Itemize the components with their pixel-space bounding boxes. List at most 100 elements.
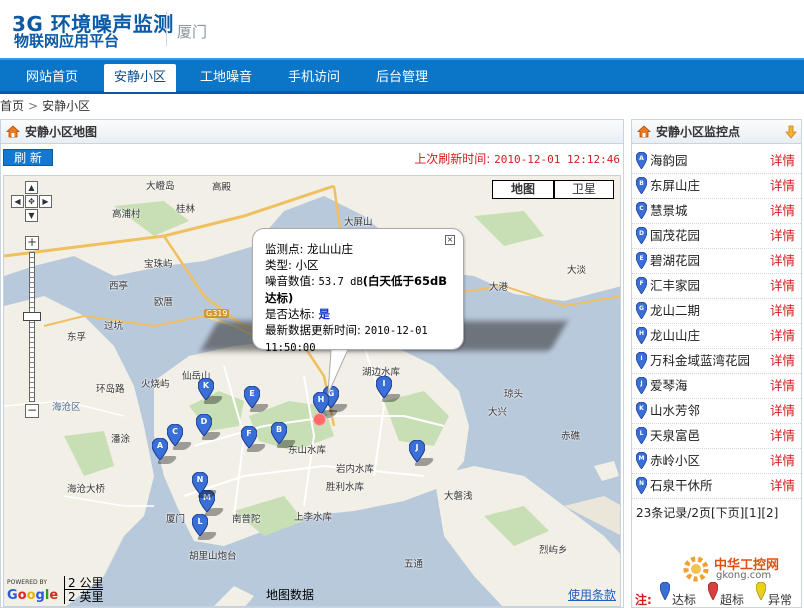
legend-note: 注: <box>635 593 652 607</box>
list-item: L 天泉富邑 详情 <box>632 424 801 449</box>
monitor-name[interactable]: 汇丰家园 <box>650 278 700 294</box>
map-marker-c[interactable]: C <box>167 424 194 454</box>
detail-link[interactable]: 详情 <box>770 228 795 244</box>
nav-home[interactable]: 网站首页 <box>12 64 92 91</box>
list-item: A 海韵园 详情 <box>632 149 801 174</box>
detail-link[interactable]: 详情 <box>770 278 795 294</box>
place-label: 赤礁 <box>561 431 581 442</box>
list-item: E 碧湖花园 详情 <box>632 249 801 274</box>
zoom-out-icon[interactable]: − <box>25 404 39 418</box>
place-label: 烈屿乡 <box>539 545 568 556</box>
map-data-link[interactable]: 地图数据 <box>266 586 314 603</box>
info-window: × 监测点: 龙山山庄 类型: 小区 噪音数值: 53.7 dB(白天低于65d… <box>252 228 464 354</box>
detail-link[interactable]: 详情 <box>770 203 795 219</box>
pager-next[interactable]: [下页] <box>711 506 744 520</box>
pin-letter: I <box>640 355 642 362</box>
arrow-down-icon[interactable] <box>785 125 797 139</box>
detail-link[interactable]: 详情 <box>770 478 795 494</box>
monitor-name[interactable]: 国茂花园 <box>650 228 700 244</box>
detail-link[interactable]: 详情 <box>770 353 795 369</box>
map-type-satellite[interactable]: 卫星 <box>554 180 614 199</box>
monitor-name[interactable]: 龙山山庄 <box>650 328 700 344</box>
last-refresh-time: 2010-12-01 12:12:46 <box>494 153 620 166</box>
monitor-name[interactable]: 天泉富邑 <box>650 428 700 444</box>
map-marker-i[interactable]: I <box>376 376 403 406</box>
map-marker-b[interactable]: B <box>271 422 298 452</box>
nav-quiet-community[interactable]: 安静小区 <box>104 64 176 92</box>
map-marker-d[interactable]: D <box>196 414 223 444</box>
map-marker-f[interactable]: F <box>241 426 268 456</box>
map-panel: 安静小区地图 刷 新 上次刷新时间: 2010-12-01 12:12:46 大… <box>0 119 624 608</box>
zoom-track[interactable] <box>29 252 35 402</box>
pager-page-2[interactable]: [2] <box>761 506 778 520</box>
zoom-slider: + − <box>23 236 41 418</box>
pan-up-icon[interactable]: ▲ <box>25 181 38 194</box>
monitor-name[interactable]: 石泉干休所 <box>650 478 713 494</box>
zoom-in-icon[interactable]: + <box>25 236 39 250</box>
monitor-name[interactable]: 山水芳邻 <box>650 403 700 419</box>
nav-admin[interactable]: 后台管理 <box>366 64 438 91</box>
marker-pin-icon: K <box>636 402 647 419</box>
legend: 注: 达标 超标 异常 <box>632 582 801 608</box>
map-marker-n[interactable]: N <box>192 472 219 502</box>
pan-left-icon[interactable]: ◀ <box>11 195 24 208</box>
city-name: 厦门 <box>177 23 208 41</box>
place-label: 欧厝 <box>154 297 174 308</box>
detail-link[interactable]: 详情 <box>770 153 795 169</box>
detail-link[interactable]: 详情 <box>770 378 795 394</box>
map-type-map[interactable]: 地图 <box>492 180 554 199</box>
list-item: D 国茂花园 详情 <box>632 224 801 249</box>
powered-by: POWERED BY <box>7 579 48 586</box>
nav-mobile-access[interactable]: 手机访问 <box>278 64 350 91</box>
detail-link[interactable]: 详情 <box>770 253 795 269</box>
monitor-name[interactable]: 赤岭小区 <box>650 453 700 469</box>
map-marker-e[interactable]: E <box>244 386 271 416</box>
breadcrumb-home[interactable]: 首页 <box>0 99 24 113</box>
terms-link[interactable]: 使用条款 <box>568 586 616 603</box>
monitor-panel-title: 安静小区监控点 <box>656 125 741 139</box>
list-item: B 东屏山庄 详情 <box>632 174 801 199</box>
place-label: 过坑 <box>104 321 124 332</box>
place-label: 高浦村 <box>112 209 141 220</box>
monitor-name[interactable]: 慧景城 <box>650 203 688 219</box>
monitor-name[interactable]: 东屏山庄 <box>650 178 700 194</box>
info-update-label: 最新数据更新时间: <box>265 323 361 337</box>
home-icon <box>6 125 20 138</box>
monitor-name[interactable]: 万科金域蓝湾花园 <box>650 353 750 369</box>
place-label: 上李水库 <box>294 512 333 523</box>
legend-abnormal: 异常 <box>768 593 793 607</box>
pan-down-icon[interactable]: ▼ <box>25 209 38 222</box>
place-label: 胡里山炮台 <box>189 551 237 562</box>
pan-center-icon[interactable]: ✥ <box>25 195 38 208</box>
detail-link[interactable]: 详情 <box>770 178 795 194</box>
nav-construction-noise[interactable]: 工地噪音 <box>190 64 262 91</box>
detail-link[interactable]: 详情 <box>770 303 795 319</box>
site-subtitle: 物联网应用平台 <box>14 32 120 50</box>
place-label: 环岛路 <box>96 384 125 395</box>
monitor-name[interactable]: 爱琴海 <box>650 378 688 394</box>
pin-letter: L <box>640 430 644 437</box>
monitor-name[interactable]: 龙山二期 <box>650 303 700 319</box>
refresh-button[interactable]: 刷 新 <box>3 149 53 166</box>
marker-pin-icon: J <box>636 377 647 394</box>
list-item: J 爱琴海 详情 <box>632 374 801 399</box>
list-item: F 汇丰家园 详情 <box>632 274 801 299</box>
map-marker-k[interactable]: K <box>198 378 225 408</box>
google-map[interactable]: 大嶝岛 高殿 高浦村 桂林 大屏山 宝珠屿 西亭 海沧区 过坑 欧厝 东孚 火烧… <box>3 175 621 607</box>
detail-link[interactable]: 详情 <box>770 403 795 419</box>
detail-link[interactable]: 详情 <box>770 453 795 469</box>
road-shield: G319 <box>204 309 230 318</box>
list-item: I 万科金域蓝湾花园 详情 <box>632 349 801 374</box>
zoom-thumb[interactable] <box>23 312 41 321</box>
pan-right-icon[interactable]: ▶ <box>39 195 52 208</box>
place-label: 大屏山 <box>344 217 373 228</box>
map-marker-j[interactable]: J <box>409 440 436 470</box>
monitor-name[interactable]: 海韵园 <box>650 153 688 169</box>
map-marker-a[interactable]: A <box>152 438 179 468</box>
main-nav: 网站首页 安静小区 工地噪音 手机访问 后台管理 <box>0 58 804 94</box>
monitor-name[interactable]: 碧湖花园 <box>650 253 700 269</box>
detail-link[interactable]: 详情 <box>770 328 795 344</box>
pin-letter: J <box>639 380 642 387</box>
detail-link[interactable]: 详情 <box>770 428 795 444</box>
pager-page-1[interactable]: [1] <box>744 506 761 520</box>
